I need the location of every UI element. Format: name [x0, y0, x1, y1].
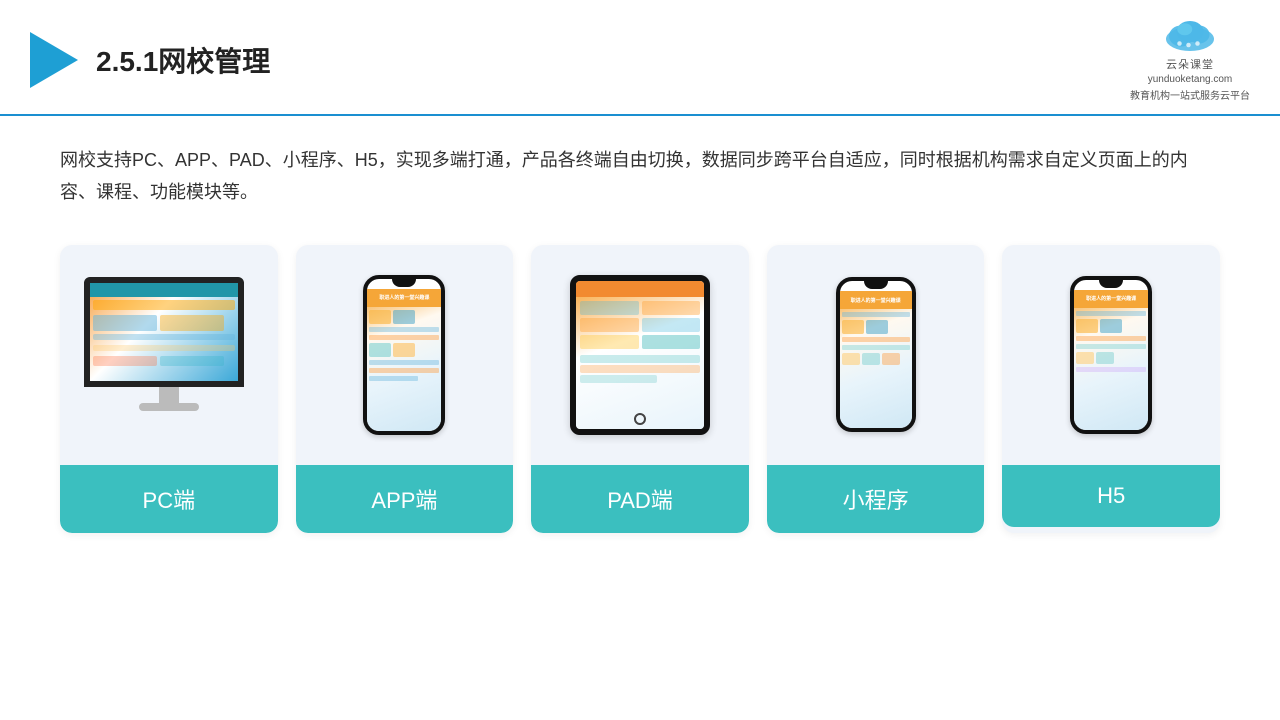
brand-name: 云朵课堂 [1166, 56, 1214, 72]
card-miniapp[interactable]: 职进人的第一堂兴趣课 [767, 245, 985, 533]
card-miniapp-label: 小程序 [767, 465, 985, 533]
card-app-label: APP端 [296, 465, 514, 533]
phone-mockup-h5: 职进人的第一堂兴趣课 [1070, 276, 1152, 434]
card-h5-label: H5 [1002, 465, 1220, 527]
brand-logo: 云朵课堂 yunduoketang.com 教育机构一站式服务云平台 [1130, 18, 1250, 102]
brand-subtitle: 教育机构一站式服务云平台 [1130, 87, 1250, 102]
phone-mockup-miniapp: 职进人的第一堂兴趣课 [836, 277, 916, 432]
monitor-screen [84, 277, 244, 387]
logo-triangle-icon [30, 32, 78, 88]
cards-container: PC端 职进人的第一堂兴趣课 [60, 245, 1220, 533]
card-app[interactable]: 职进人的第一堂兴趣课 [296, 245, 514, 533]
main-content: 网校支持PC、APP、PAD、小程序、H5，实现多端打通，产品各终端自由切换，数… [0, 116, 1280, 553]
card-pc[interactable]: PC端 [60, 245, 278, 533]
card-pad-label: PAD端 [531, 465, 749, 533]
card-pc-image [60, 245, 278, 465]
page-title: 2.5.1网校管理 [96, 40, 270, 80]
monitor-mockup [84, 277, 254, 432]
card-h5[interactable]: 职进人的第一堂兴趣课 [1002, 245, 1220, 533]
card-miniapp-image: 职进人的第一堂兴趣课 [767, 245, 985, 465]
card-h5-image: 职进人的第一堂兴趣课 [1002, 245, 1220, 465]
card-pad-image [531, 245, 749, 465]
header: 2.5.1网校管理 云朵课堂 yunduoketang.com 教育机构一站式服… [0, 0, 1280, 116]
header-left: 2.5.1网校管理 [30, 32, 270, 88]
card-pc-label: PC端 [60, 465, 278, 533]
description-text: 网校支持PC、APP、PAD、小程序、H5，实现多端打通，产品各终端自由切换，数… [60, 144, 1220, 209]
card-app-image: 职进人的第一堂兴趣课 [296, 245, 514, 465]
card-pad[interactable]: PAD端 [531, 245, 749, 533]
brand-cloud-icon [1160, 18, 1220, 54]
tablet-mockup [570, 275, 710, 435]
phone-mockup-app: 职进人的第一堂兴趣课 [363, 275, 445, 435]
brand-url: yunduoketang.com [1148, 74, 1233, 85]
